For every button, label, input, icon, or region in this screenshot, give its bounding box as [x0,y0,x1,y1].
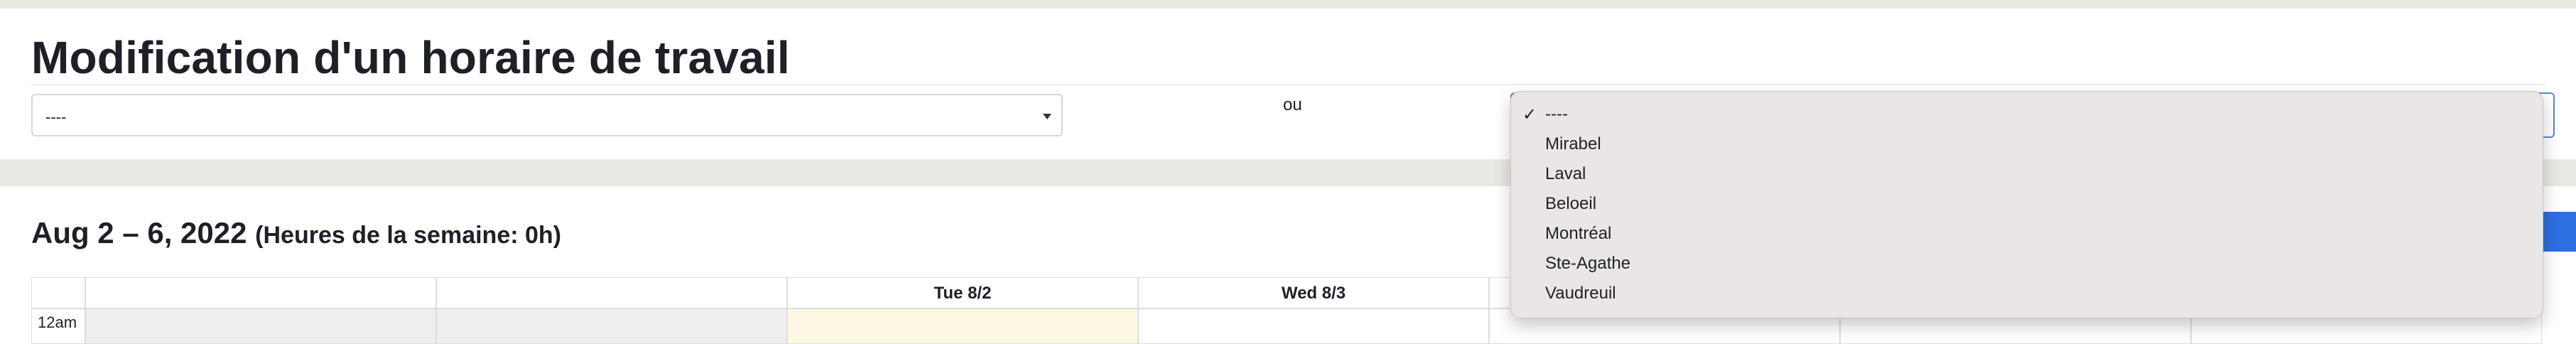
dropdown-option[interactable]: Vaudreuil [1545,284,1616,303]
week-hours: (Heures de la semaine: 0h) [255,222,561,249]
calendar-cell[interactable] [1138,308,1489,344]
dropdown-option[interactable]: Mirabel [1545,134,1601,154]
dropdown-option[interactable]: Laval [1545,164,1586,184]
employee-select-value: ---- [45,108,67,126]
dropdown-option[interactable]: Ste-Agathe [1545,254,1630,274]
or-label: ou [1283,95,1302,114]
calendar-cell[interactable] [85,308,436,344]
calendar-range-title: Aug 2 – 6, 2022 (Heures de la semaine: 0… [31,216,561,250]
calendar-range: Aug 2 – 6, 2022 [31,216,247,249]
chevron-down-icon [1043,114,1051,119]
day-header [85,277,436,308]
dropdown-option[interactable]: Montréal [1545,224,1611,244]
day-header-wed: Wed 8/3 [1138,277,1489,308]
calendar-cell[interactable] [436,308,787,344]
location-dropdown-menu: ✓ ---- Mirabel Laval Beloeil Montréal St… [1510,91,2543,318]
dropdown-option[interactable]: Beloeil [1545,194,1596,214]
day-header [436,277,787,308]
page-title: Modification d'un horaire de travail [31,32,790,83]
calendar-cell-today[interactable] [787,308,1138,344]
time-label: 12am [31,308,85,344]
employee-select[interactable]: ---- [31,94,1063,136]
checkmark-icon: ✓ [1522,105,1537,124]
day-header-tue: Tue 8/2 [787,277,1138,308]
time-header [31,277,85,308]
dropdown-option[interactable]: ---- [1545,104,1568,124]
divider [31,84,2545,85]
